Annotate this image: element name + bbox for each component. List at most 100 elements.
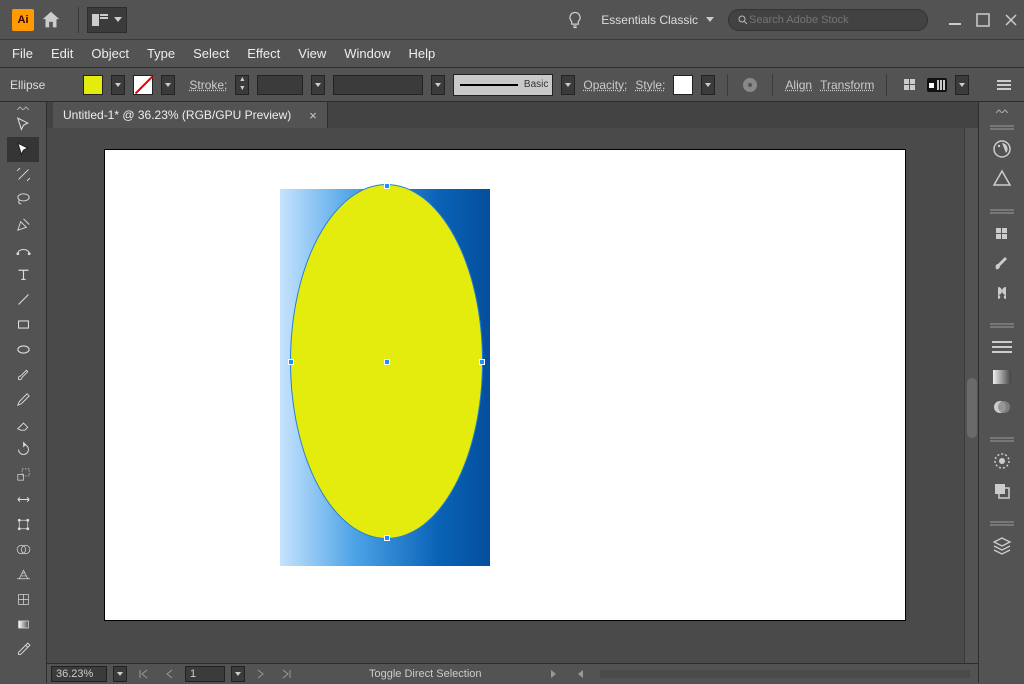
rectangle-tool[interactable] [7,312,39,337]
mesh-tool[interactable] [7,587,39,612]
gradient-panel-icon[interactable] [987,362,1017,392]
align-to-button[interactable] [899,75,919,95]
anchor-point-top[interactable] [384,183,390,189]
align-panel-link[interactable]: Align [785,78,812,92]
search-stock-field[interactable] [728,9,928,31]
graphic-styles-panel-icon[interactable] [987,476,1017,506]
paintbrush-tool[interactable] [7,362,39,387]
canvas[interactable] [47,128,964,663]
panel-grip[interactable] [987,516,1017,528]
brushes-panel-icon[interactable] [987,248,1017,278]
minimize-button[interactable] [948,13,962,27]
menu-file[interactable]: File [12,46,33,61]
menu-window[interactable]: Window [344,46,390,61]
control-options-button[interactable] [994,75,1014,95]
shape-builder-tool[interactable] [7,537,39,562]
opacity-panel-link[interactable]: Opacity: [583,78,627,92]
appearance-panel-icon[interactable] [987,446,1017,476]
artboard-index-field[interactable]: 1 [185,666,225,682]
document-tab[interactable]: Untitled-1* @ 36.23% (RGB/GPU Preview) × [53,102,328,128]
scroll-left-button[interactable] [570,664,590,684]
panel-expand-handle[interactable] [987,104,1017,116]
anchor-point-left[interactable] [288,359,294,365]
type-tool[interactable] [7,262,39,287]
center-point[interactable] [384,359,390,365]
transform-panel-link[interactable]: Transform [820,78,874,92]
menu-edit[interactable]: Edit [51,46,73,61]
recolor-artwork-button[interactable] [740,75,760,95]
brush-dropdown[interactable] [561,75,575,95]
step-up[interactable]: ▲ [236,76,248,85]
next-artboard-button[interactable] [251,664,271,684]
close-button[interactable] [1004,13,1018,27]
menu-view[interactable]: View [298,46,326,61]
scale-tool[interactable] [7,462,39,487]
graphic-style-swatch[interactable] [673,75,693,95]
stroke-weight-stepper[interactable]: ▲▼ [235,75,249,95]
horizontal-scrollbar[interactable] [600,670,970,678]
arrange-documents-button[interactable] [87,7,127,33]
isolate-dropdown[interactable] [955,75,969,95]
stroke-panel-link[interactable]: Stroke: [189,78,227,92]
menu-select[interactable]: Select [193,46,229,61]
home-icon[interactable] [40,9,62,31]
transparency-panel-icon[interactable] [987,392,1017,422]
fill-swatch[interactable] [83,75,103,95]
first-artboard-button[interactable] [133,664,153,684]
stroke-dropdown[interactable] [161,75,175,95]
swatches-panel-icon[interactable] [987,218,1017,248]
isolate-button[interactable] [927,75,947,95]
variable-width-profile[interactable] [333,75,423,95]
workspace-switcher[interactable]: Essentials Classic [595,13,720,27]
menu-effect[interactable]: Effect [247,46,280,61]
eyedropper-tool[interactable] [7,637,39,662]
pencil-tool[interactable] [7,387,39,412]
free-transform-tool[interactable] [7,512,39,537]
magic-wand-tool[interactable] [7,162,39,187]
line-segment-tool[interactable] [7,287,39,312]
tools-collapse-handle[interactable] [13,104,33,110]
close-tab-button[interactable]: × [309,108,317,123]
layers-panel-icon[interactable] [987,530,1017,560]
eraser-tool[interactable] [7,412,39,437]
discover-icon[interactable] [565,10,585,30]
curvature-tool[interactable] [7,237,39,262]
anchor-point-bottom[interactable] [384,535,390,541]
color-guide-panel-icon[interactable] [987,164,1017,194]
graphic-style-dropdown[interactable] [701,75,715,95]
fill-dropdown[interactable] [111,75,125,95]
scroll-right-button[interactable] [544,664,564,684]
stroke-weight-dropdown[interactable] [311,75,325,95]
stroke-swatch-none[interactable] [133,75,153,95]
anchor-point-right[interactable] [479,359,485,365]
gradient-tool[interactable] [7,612,39,637]
perspective-grid-tool[interactable] [7,562,39,587]
zoom-level-field[interactable]: 36.23% [51,666,107,682]
variable-width-dropdown[interactable] [431,75,445,95]
stroke-panel-icon[interactable] [987,332,1017,362]
zoom-dropdown[interactable] [113,666,127,682]
step-down[interactable]: ▼ [236,85,248,94]
maximize-button[interactable] [976,13,990,27]
menu-type[interactable]: Type [147,46,175,61]
pen-tool[interactable] [7,212,39,237]
panel-grip[interactable] [987,204,1017,216]
panel-grip[interactable] [987,120,1017,132]
menu-object[interactable]: Object [91,46,129,61]
selection-tool[interactable] [7,112,39,137]
artboard-dropdown[interactable] [231,666,245,682]
stroke-weight-field[interactable] [257,75,303,95]
lasso-tool[interactable] [7,187,39,212]
prev-artboard-button[interactable] [159,664,179,684]
vertical-scroll-thumb[interactable] [967,378,977,438]
menu-help[interactable]: Help [408,46,435,61]
ellipse-tool[interactable] [7,337,39,362]
vertical-scrollbar[interactable] [964,128,978,663]
panel-grip[interactable] [987,318,1017,330]
width-tool[interactable] [7,487,39,512]
symbols-panel-icon[interactable] [987,278,1017,308]
brush-definition[interactable]: Basic [453,74,553,96]
panel-grip[interactable] [987,432,1017,444]
rotate-tool[interactable] [7,437,39,462]
color-panel-icon[interactable] [987,134,1017,164]
